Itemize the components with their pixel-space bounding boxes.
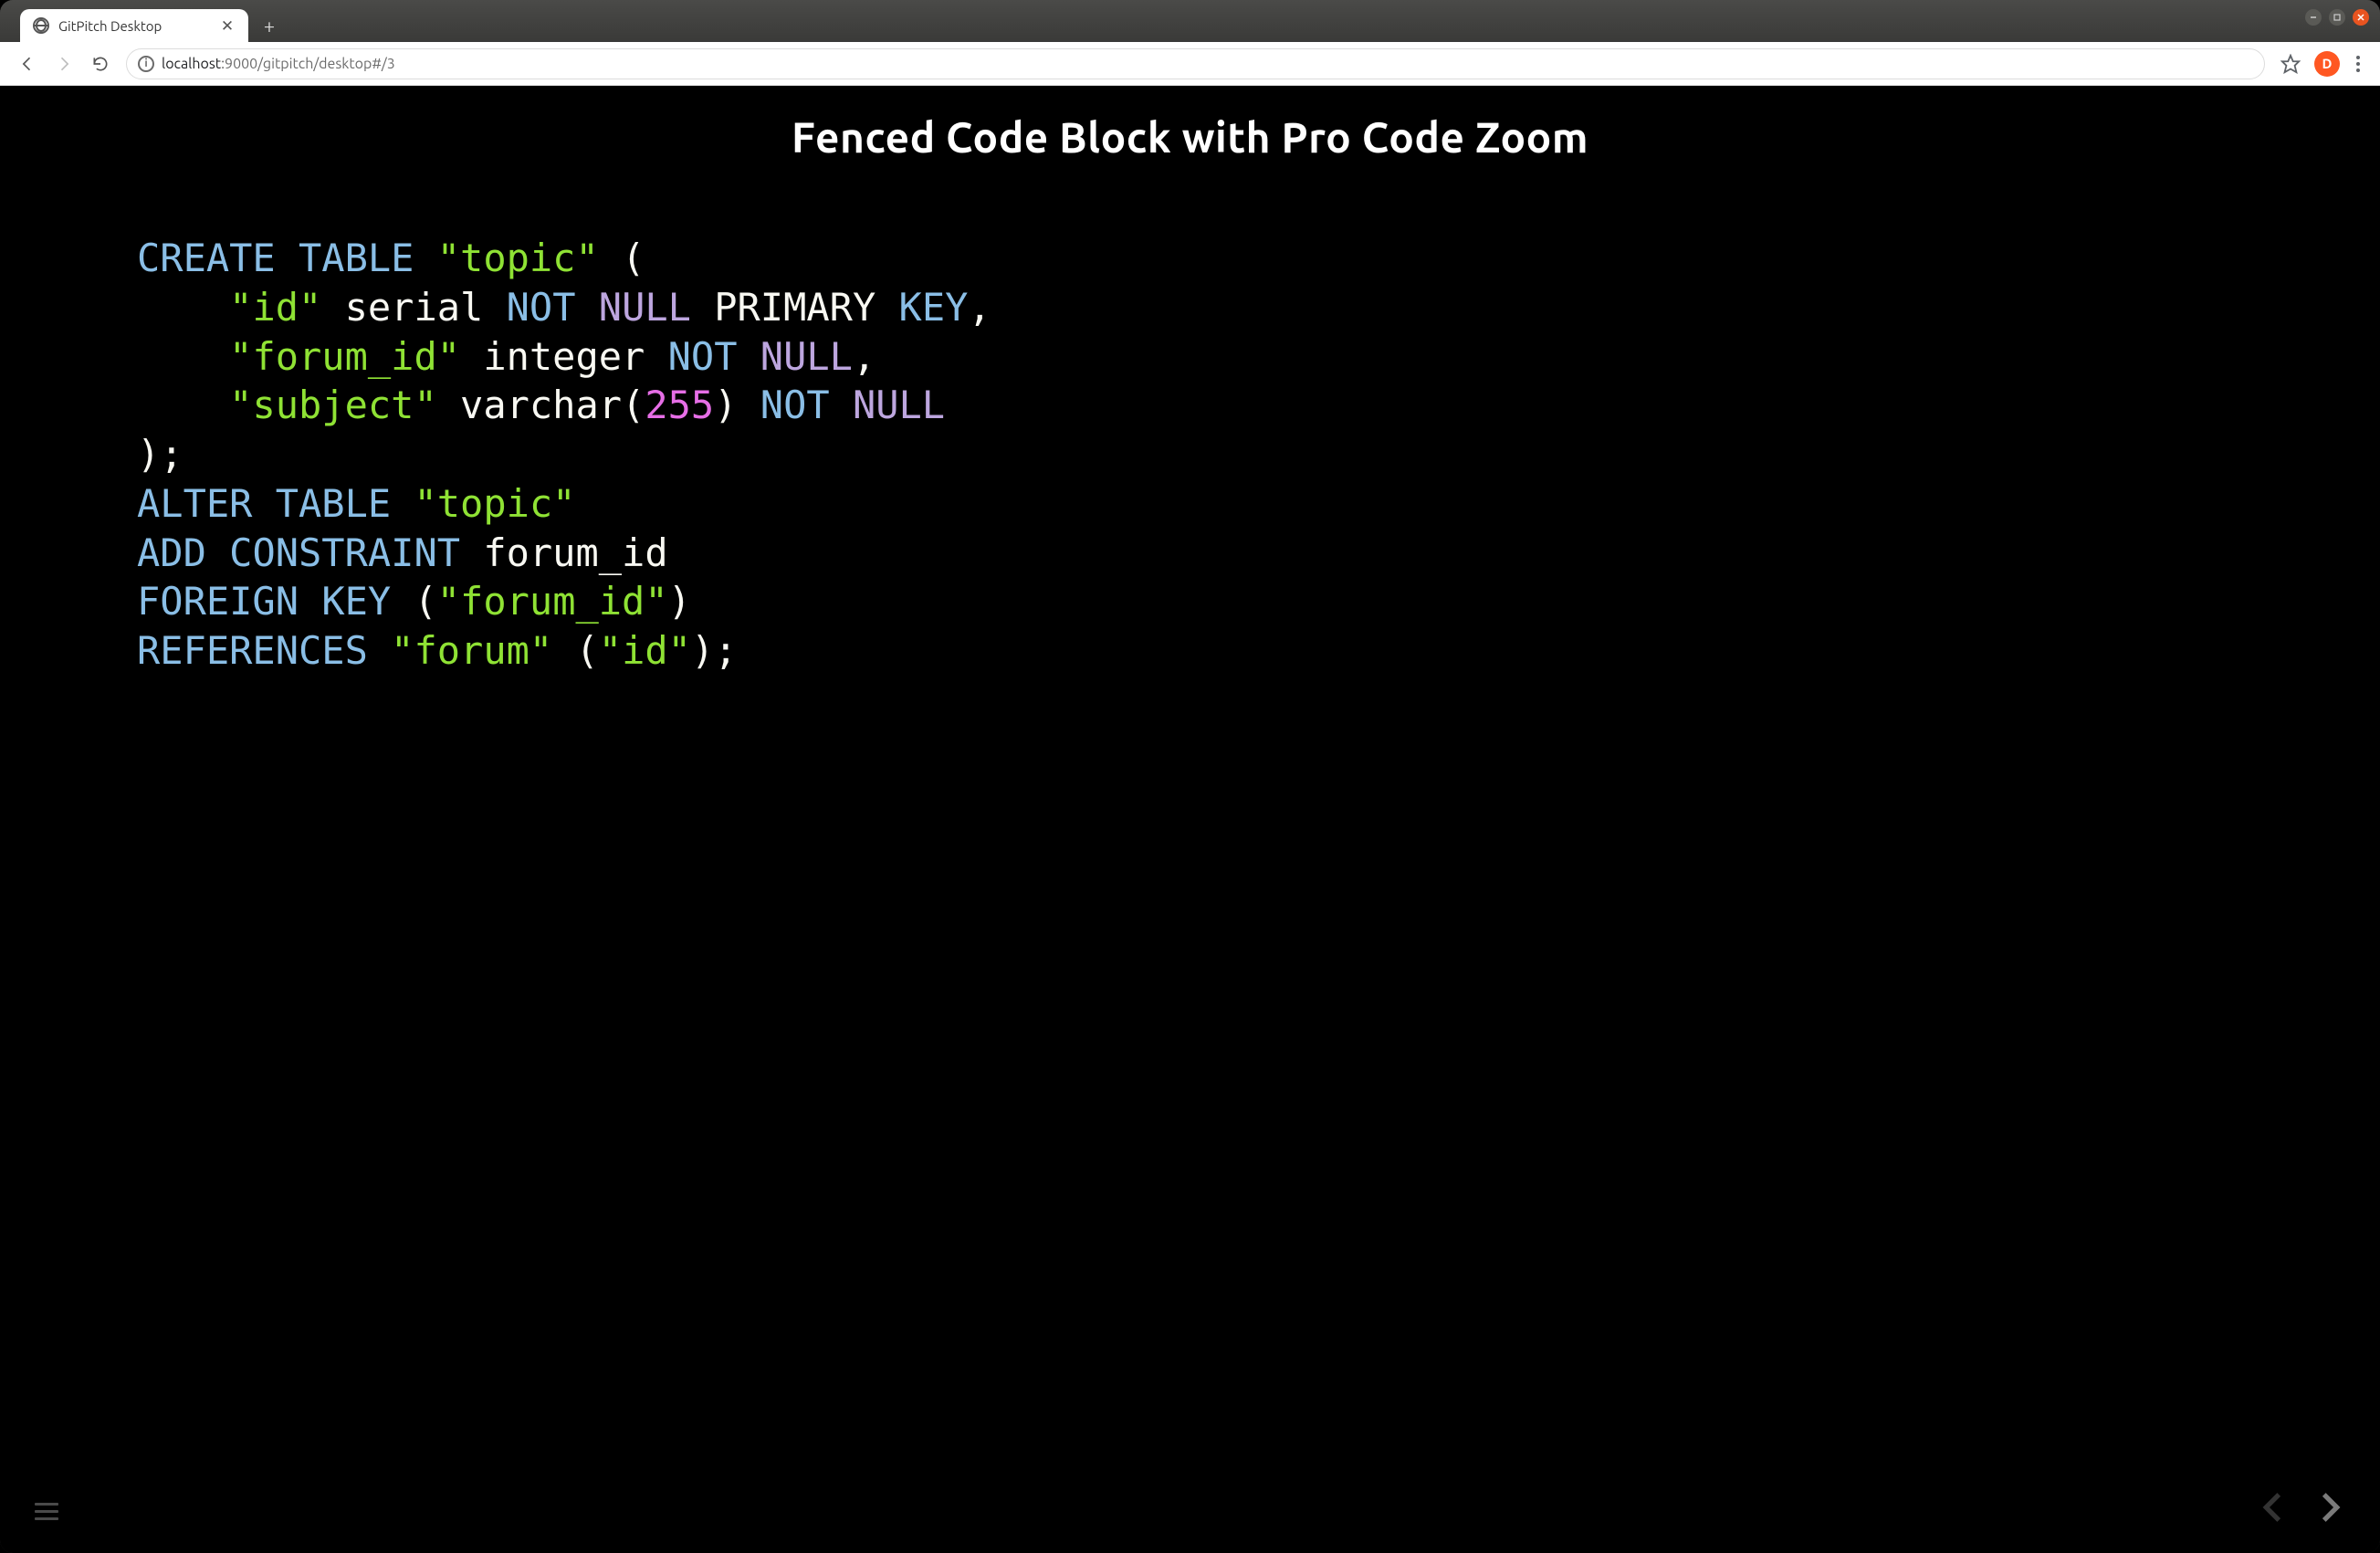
code-token: ( bbox=[414, 579, 436, 624]
window-maximize-button[interactable] bbox=[2329, 9, 2345, 26]
slide-menu[interactable] bbox=[35, 1503, 58, 1520]
url-path: :9000/gitpitch/desktop#/3 bbox=[221, 56, 395, 72]
slide-title: Fenced Code Block with Pro Code Zoom bbox=[792, 113, 1588, 161]
slide-content: Fenced Code Block with Pro Code Zoom CRE… bbox=[0, 86, 2380, 1553]
code-token: KEY bbox=[321, 579, 391, 624]
code-token: forum_id bbox=[483, 530, 667, 575]
forward-button[interactable] bbox=[47, 47, 80, 80]
code-token: ADD bbox=[137, 530, 206, 575]
tab-title: GitPitch Desktop bbox=[58, 18, 210, 34]
code-token: ); bbox=[691, 628, 738, 673]
code-token: "id" bbox=[599, 628, 691, 673]
code-token: CONSTRAINT bbox=[229, 530, 460, 575]
code-token: NOT bbox=[760, 383, 830, 427]
avatar-initial: D bbox=[2322, 56, 2333, 71]
code-token: ( bbox=[622, 236, 645, 280]
code-token: TABLE bbox=[276, 481, 391, 526]
code-token: KEY bbox=[899, 285, 969, 330]
code-token: ) bbox=[668, 579, 691, 624]
hamburger-icon bbox=[35, 1503, 58, 1520]
bookmark-star-icon[interactable] bbox=[2274, 47, 2307, 80]
code-token: CREATE bbox=[137, 236, 276, 280]
code-block: CREATE TABLE "topic" ( "id" serial NOT N… bbox=[0, 234, 2380, 676]
code-token: PRIMARY bbox=[714, 285, 875, 330]
globe-icon bbox=[33, 17, 49, 34]
code-token: ) bbox=[714, 383, 737, 427]
browser-menu-button[interactable] bbox=[2347, 50, 2369, 78]
code-token: TABLE bbox=[299, 236, 414, 280]
code-token: 255 bbox=[645, 383, 714, 427]
code-token: "id" bbox=[229, 285, 321, 330]
window-controls bbox=[2305, 9, 2369, 26]
code-token: ( bbox=[622, 383, 645, 427]
code-token: ); bbox=[137, 432, 183, 477]
code-token: "topic" bbox=[414, 481, 575, 526]
code-token: "subject" bbox=[229, 383, 437, 427]
code-token: FOREIGN bbox=[137, 579, 299, 624]
code-token: "topic" bbox=[437, 236, 599, 280]
titlebar: GitPitch Desktop ✕ + bbox=[0, 0, 2380, 42]
code-token: serial bbox=[345, 285, 484, 330]
code-token: "forum_id" bbox=[229, 334, 460, 379]
code-token: "forum_id" bbox=[437, 579, 668, 624]
code-token: NOT bbox=[668, 334, 738, 379]
code-token: , bbox=[853, 334, 875, 379]
close-tab-icon[interactable]: ✕ bbox=[219, 17, 236, 34]
code-token: ( bbox=[575, 628, 598, 673]
code-pre: CREATE TABLE "topic" ( "id" serial NOT N… bbox=[137, 234, 2243, 676]
code-token: NULL bbox=[853, 383, 945, 427]
url-host: localhost bbox=[162, 56, 221, 72]
window-close-button[interactable] bbox=[2353, 9, 2369, 26]
code-token: "forum" bbox=[391, 628, 552, 673]
browser-toolbar: i localhost:9000/gitpitch/desktop#/3 D bbox=[0, 42, 2380, 86]
next-slide-button[interactable] bbox=[2303, 1482, 2354, 1533]
browser-tab[interactable]: GitPitch Desktop ✕ bbox=[20, 9, 248, 42]
reload-button[interactable] bbox=[84, 47, 117, 80]
slide-nav bbox=[2249, 1482, 2354, 1533]
code-token: integer bbox=[483, 334, 645, 379]
code-token: NULL bbox=[760, 334, 853, 379]
code-token: REFERENCES bbox=[137, 628, 368, 673]
toolbar-right: D bbox=[2274, 47, 2369, 80]
code-token: varchar bbox=[460, 383, 622, 427]
code-token: ALTER bbox=[137, 481, 252, 526]
back-button[interactable] bbox=[11, 47, 44, 80]
code-token: , bbox=[968, 285, 991, 330]
url-bar[interactable]: i localhost:9000/gitpitch/desktop#/3 bbox=[126, 48, 2265, 79]
code-token: NOT bbox=[507, 285, 576, 330]
prev-slide-button[interactable] bbox=[2249, 1482, 2300, 1533]
new-tab-button[interactable]: + bbox=[256, 12, 283, 39]
site-info-icon[interactable]: i bbox=[138, 56, 154, 72]
window-minimize-button[interactable] bbox=[2305, 9, 2322, 26]
code-token: NULL bbox=[599, 285, 691, 330]
profile-avatar[interactable]: D bbox=[2314, 51, 2340, 77]
browser-window: GitPitch Desktop ✕ + i bbox=[0, 0, 2380, 1553]
